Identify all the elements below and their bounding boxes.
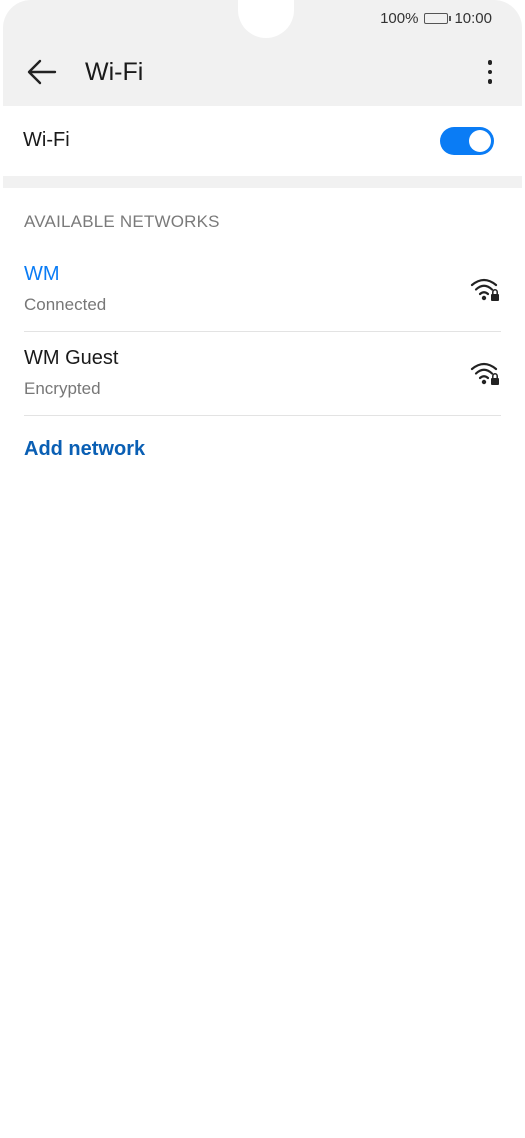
- camera-notch: [238, 0, 294, 38]
- more-options-button[interactable]: [480, 56, 500, 88]
- network-item-wm-guest[interactable]: WM Guest Encrypted: [24, 332, 501, 416]
- available-networks-header: AVAILABLE NETWORKS: [24, 212, 220, 231]
- section-divider: [3, 176, 522, 188]
- toggle-knob: [469, 130, 491, 152]
- phone-screen: 100% 10:00 Wi-Fi Wi-Fi AVAILABLE NETWORK…: [0, 0, 525, 1138]
- page-title: Wi-Fi: [85, 58, 144, 86]
- network-status: Encrypted: [24, 379, 101, 398]
- network-status: Connected: [24, 295, 107, 314]
- list-divider: [24, 415, 501, 416]
- status-time: 10:00: [454, 9, 492, 27]
- add-network-button[interactable]: Add network: [24, 438, 145, 461]
- top-area: 100% 10:00 Wi-Fi: [3, 0, 522, 106]
- wifi-toggle-switch[interactable]: [440, 127, 494, 155]
- battery-full-icon: [424, 12, 452, 24]
- wifi-lock-icon: [470, 278, 499, 301]
- battery-percent: 100%: [380, 9, 419, 27]
- status-bar: 100% 10:00: [380, 8, 492, 28]
- wifi-toggle-row[interactable]: Wi-Fi: [3, 106, 522, 176]
- network-item-wm[interactable]: WM Connected: [24, 248, 501, 332]
- network-name: WM Guest: [24, 347, 119, 369]
- back-button[interactable]: [25, 56, 59, 88]
- app-header: Wi-Fi: [3, 44, 522, 100]
- arrow-left-icon: [27, 59, 57, 85]
- wifi-toggle-label: Wi-Fi: [23, 129, 70, 151]
- more-vertical-icon: [487, 60, 493, 65]
- network-name: WM: [24, 263, 60, 285]
- wifi-lock-icon: [470, 362, 499, 385]
